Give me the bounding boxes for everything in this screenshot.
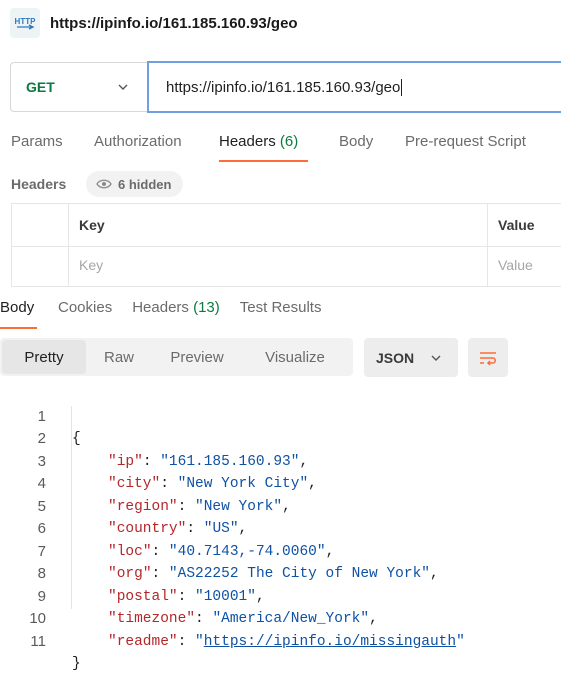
code-line: 5 "country": "US", <box>0 473 561 538</box>
tab-body[interactable]: Body <box>339 133 373 163</box>
code-line: 4 "region": "New York", <box>0 451 561 515</box>
tab-params[interactable]: Params <box>11 133 94 163</box>
wrap-lines-icon <box>480 351 496 366</box>
svg-text:HTTP: HTTP <box>15 17 36 26</box>
response-tab-headers[interactable]: Headers (13) <box>132 299 220 329</box>
headers-section-label: Headers <box>11 176 67 192</box>
indent-guide <box>71 406 72 609</box>
code-line: 2 "ip": "161.185.160.93", <box>0 406 561 470</box>
new-header-value-input[interactable]: Value <box>498 257 533 273</box>
headers-count: (6) <box>279 133 299 150</box>
response-tab-body[interactable]: Body <box>0 299 37 329</box>
code-line: 3 "city": "New York City", <box>0 428 561 493</box>
code-line: 6 "loc": "40.7143,-74.0060", <box>0 496 561 560</box>
hidden-headers-toggle[interactable]: 6 hidden <box>86 171 184 197</box>
chevron-down-icon <box>431 355 441 361</box>
view-pretty[interactable]: Pretty <box>2 340 86 374</box>
readme-link[interactable]: https://ipinfo.io/missingauth <box>204 634 456 650</box>
json-key: readme <box>116 633 169 650</box>
code-line: 9 "timezone": "America/New_York", <box>0 563 561 628</box>
response-tab-test-results[interactable]: Test Results <box>240 299 322 329</box>
request-title[interactable]: https://ipinfo.io/161.185.160.93/geo <box>50 15 298 32</box>
new-header-key-input[interactable]: Key <box>79 257 103 273</box>
request-title-bar: HTTP https://ipinfo.io/161.185.160.93/ge… <box>10 8 298 38</box>
code-line: 7 "org": "AS22252 The City of New York", <box>0 518 561 583</box>
text-caret <box>401 78 403 96</box>
wrap-lines-button[interactable] <box>468 338 508 377</box>
json-close-brace: } <box>72 656 81 672</box>
tab-headers[interactable]: Headers (6) <box>219 133 308 163</box>
method-dropdown[interactable]: GET <box>10 62 147 112</box>
url-input[interactable]: https://ipinfo.io/161.185.160.93/geo <box>147 61 561 113</box>
hidden-headers-count: 6 hidden <box>118 176 172 192</box>
tab-pre-request-script[interactable]: Pre-request Script <box>405 133 526 163</box>
response-headers-count: (13) <box>193 299 220 316</box>
code-line: 10 "readme": "https://ipinfo.io/missinga… <box>0 586 561 650</box>
tab-authorization[interactable]: Authorization <box>94 133 219 163</box>
url-text: https://ipinfo.io/161.185.160.93/geo <box>166 78 401 96</box>
column-header-key: Key <box>79 217 105 233</box>
http-request-icon: HTTP <box>10 8 40 38</box>
method-label: GET <box>26 79 55 95</box>
line-number: 11 <box>30 632 46 650</box>
view-visualize[interactable]: Visualize <box>242 340 348 374</box>
format-label: JSON <box>376 349 415 366</box>
eye-icon <box>96 179 112 189</box>
column-header-value: Value <box>498 217 535 233</box>
code-line: 1 { <box>0 383 561 448</box>
code-line: 11 } <box>0 608 561 673</box>
view-raw[interactable]: Raw <box>86 340 152 374</box>
request-tabs: Params Authorization Headers (6) Body Pr… <box>11 133 526 163</box>
view-preview[interactable]: Preview <box>152 340 242 374</box>
format-dropdown[interactable]: JSON <box>364 338 458 377</box>
response-tab-cookies[interactable]: Cookies <box>58 299 112 329</box>
response-tabs: Body Cookies Headers (13) Test Results <box>0 299 321 329</box>
code-line: 8 "postal": "10001", <box>0 541 561 605</box>
headers-table: Key Value Key Value <box>11 203 561 287</box>
response-body-editor[interactable]: 1 { 2 "ip": "161.185.160.93", 3 "city": … <box>0 383 561 673</box>
chevron-down-icon <box>118 84 128 90</box>
view-mode-switcher: Pretty Raw Preview Visualize <box>0 338 353 376</box>
